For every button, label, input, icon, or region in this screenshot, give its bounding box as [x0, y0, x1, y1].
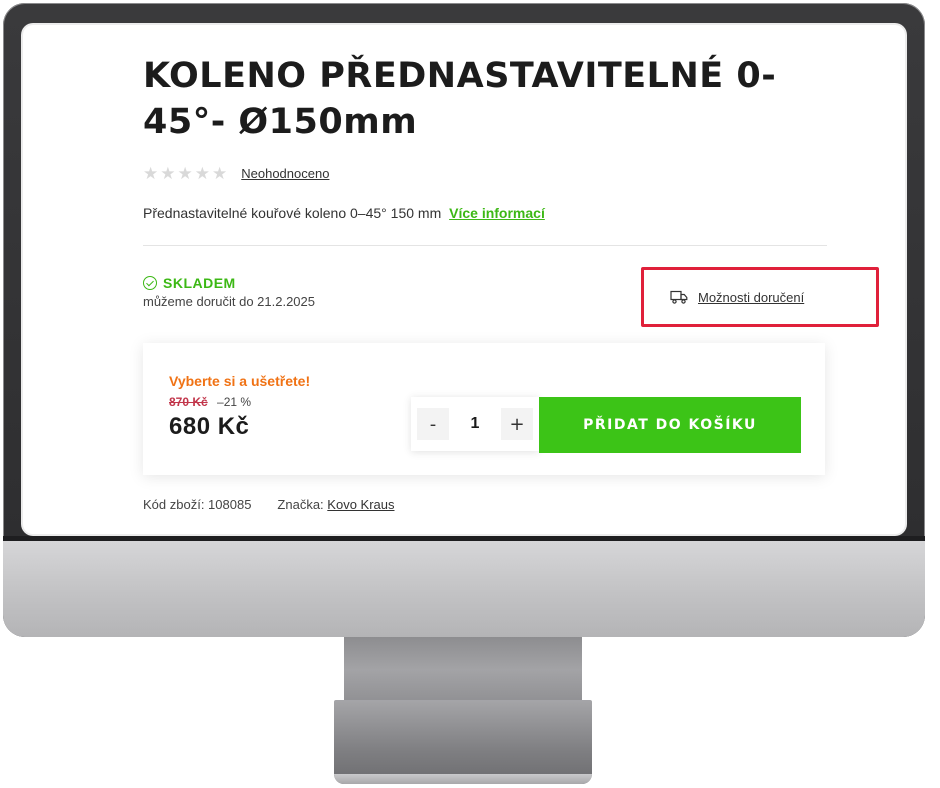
old-price-row: 870 Kč –21 % — [169, 395, 251, 409]
quantity-stepper: - 1 + — [411, 397, 539, 451]
stock-label: SKLADEM — [163, 275, 236, 291]
delivery-date: můžeme doručit do 21.2.2025 — [143, 294, 315, 309]
description-text: Přednastavitelné kouřové koleno 0–45° 15… — [143, 205, 442, 221]
star-icon: ★ — [212, 164, 228, 183]
truck-icon — [670, 290, 688, 304]
delivery-options-highlight: Možnosti doručení — [641, 267, 879, 327]
short-description: Přednastavitelné kouřové koleno 0–45° 15… — [143, 205, 545, 221]
monitor-frame: KOLENO PŘEDNASTAVITELNÉ 0-45°- Ø150mm ★ … — [3, 3, 925, 637]
brand: Značka: Kovo Kraus — [277, 497, 394, 512]
add-to-cart-button[interactable]: PŘIDAT DO KOŠÍKU — [539, 397, 801, 453]
monitor-stand-foot — [334, 700, 592, 784]
product-code: Kód zboží: 108085 — [143, 497, 252, 512]
star-icon: ★ — [194, 164, 210, 183]
quantity-increase-button[interactable]: + — [501, 408, 533, 440]
old-price: 870 Kč — [169, 395, 208, 409]
delivery-options-link[interactable]: Možnosti doručení — [698, 290, 804, 305]
discount-badge: –21 % — [217, 395, 252, 409]
current-price: 680 Kč — [169, 413, 250, 440]
more-info-link[interactable]: Více informací — [449, 205, 545, 221]
product-title: KOLENO PŘEDNASTAVITELNÉ 0-45°- Ø150mm — [143, 56, 777, 142]
quantity-value[interactable]: 1 — [471, 415, 480, 433]
screen: KOLENO PŘEDNASTAVITELNÉ 0-45°- Ø150mm ★ … — [23, 25, 905, 534]
quantity-decrease-button[interactable]: - — [417, 408, 449, 440]
star-icon: ★ — [160, 164, 176, 183]
star-icon: ★ — [177, 164, 193, 183]
check-circle-icon — [143, 276, 157, 290]
divider — [143, 245, 827, 246]
brand-link[interactable]: Kovo Kraus — [327, 497, 394, 512]
rating-link[interactable]: Neohodnoceno — [241, 166, 329, 181]
buy-box: Vyberte si a ušetřete! 870 Kč –21 % 680 … — [143, 343, 825, 475]
monitor-chin — [3, 541, 925, 637]
promo-text: Vyberte si a ušetřete! — [169, 373, 311, 389]
screen-bezel: KOLENO PŘEDNASTAVITELNÉ 0-45°- Ø150mm ★ … — [21, 23, 907, 536]
monitor-stand-neck — [344, 637, 582, 703]
brand-prefix: Značka: — [277, 497, 324, 512]
rating-stars[interactable]: ★ ★ ★ ★ ★ — [143, 165, 227, 182]
product-meta: Kód zboží: 108085 Značka: Kovo Kraus — [143, 497, 395, 512]
star-icon: ★ — [143, 164, 159, 183]
stock-status: SKLADEM můžeme doručit do 21.2.2025 — [143, 275, 315, 309]
rating: ★ ★ ★ ★ ★ Neohodnoceno — [143, 165, 329, 182]
